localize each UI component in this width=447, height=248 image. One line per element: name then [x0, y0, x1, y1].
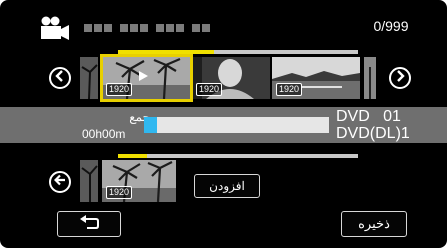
dvd-creation-screen: 0/999 1920 1920 1920 جمع 00h00m DVD 01 D…	[0, 0, 447, 248]
queue-progress-bar	[118, 154, 358, 158]
queue-scene-strip: 1920	[80, 160, 176, 202]
total-duration: 00h00m	[82, 127, 126, 141]
disc-capacity-fill	[144, 117, 157, 133]
arrow-left-icon	[53, 173, 66, 191]
chevron-left-icon	[55, 69, 65, 87]
resolution-badge: 1920	[196, 83, 223, 96]
resolution-badge: 1920	[106, 186, 133, 199]
scene-thumbnail[interactable]: 1920	[272, 57, 360, 99]
scene-counter: 0/999	[373, 18, 409, 34]
disc-capacity-bar	[144, 117, 329, 133]
queue-thumbnail[interactable]: 1920	[102, 160, 176, 202]
scene-thumbnail[interactable]	[80, 57, 98, 99]
return-button[interactable]	[57, 211, 121, 237]
chevron-right-icon	[395, 69, 405, 87]
scene-thumbnail[interactable]: 1920	[192, 57, 270, 99]
next-page-button[interactable]	[389, 67, 411, 89]
queue-back-button[interactable]	[49, 171, 71, 193]
resolution-badge: 1920	[276, 83, 303, 96]
movie-camera-icon	[40, 15, 70, 41]
disc-count: DVD 01	[336, 108, 401, 125]
play-icon	[136, 69, 150, 88]
scene-thumbnail[interactable]	[364, 57, 376, 99]
disc-type: DVD(DL)1	[336, 125, 410, 142]
return-arrow-icon	[78, 214, 100, 234]
video-title-placeholder	[84, 24, 210, 32]
previous-page-button[interactable]	[49, 67, 71, 89]
add-button[interactable]: افزودن	[194, 174, 260, 198]
save-button[interactable]: ذخیره	[341, 211, 407, 237]
queue-progress-fill	[118, 154, 147, 158]
queue-thumbnail[interactable]	[80, 160, 98, 202]
